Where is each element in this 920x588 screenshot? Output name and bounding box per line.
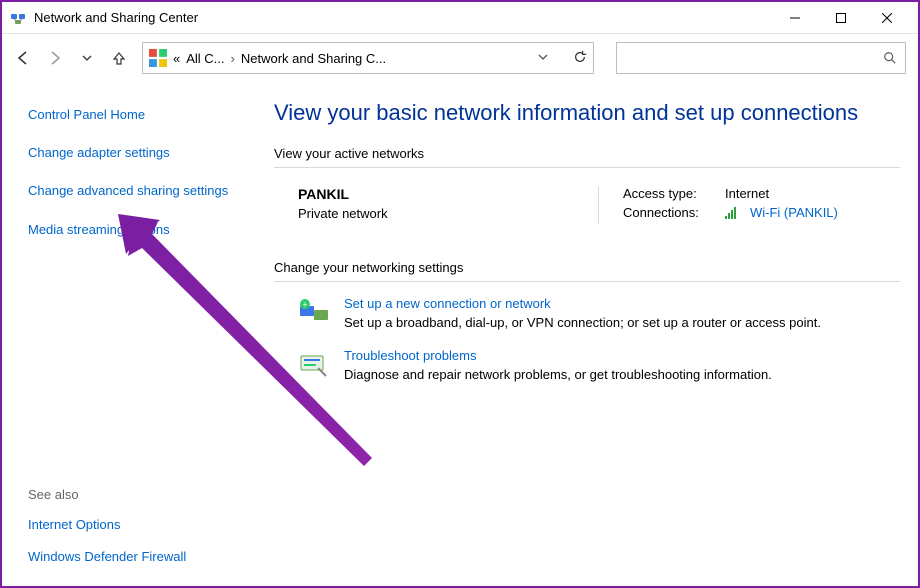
sidebar-link-home[interactable]: Control Panel Home [28, 106, 232, 124]
address-icon [149, 49, 167, 67]
maximize-button[interactable] [818, 3, 864, 33]
option-troubleshoot-desc: Diagnose and repair network problems, or… [344, 367, 772, 382]
see-also-firewall[interactable]: Windows Defender Firewall [28, 548, 232, 566]
option-new-connection: + Set up a new connection or network Set… [298, 296, 900, 330]
refresh-button[interactable] [573, 50, 587, 67]
sidebar-link-advanced-sharing[interactable]: Change advanced sharing settings [28, 182, 232, 200]
change-settings-label: Change your networking settings [274, 260, 900, 275]
divider [274, 167, 900, 168]
option-new-connection-link[interactable]: Set up a new connection or network [344, 296, 551, 311]
see-also-section: See also Internet Options Windows Defend… [28, 487, 232, 574]
access-type-value: Internet [725, 186, 769, 201]
svg-text:+: + [303, 300, 308, 309]
network-name: PANKIL [298, 186, 598, 202]
active-networks-label: View your active networks [274, 146, 900, 161]
window-title: Network and Sharing Center [34, 10, 198, 25]
up-button[interactable] [110, 49, 128, 67]
option-troubleshoot: Troubleshoot problems Diagnose and repai… [298, 348, 900, 382]
option-troubleshoot-link[interactable]: Troubleshoot problems [344, 348, 476, 363]
breadcrumb-seg1[interactable]: All C... [186, 51, 224, 66]
navbar: « All C... › Network and Sharing C... [2, 34, 918, 82]
breadcrumb-seg2[interactable]: Network and Sharing C... [241, 51, 386, 66]
search-icon [883, 51, 897, 65]
network-center-icon [10, 10, 26, 26]
address-dropdown[interactable] [537, 51, 549, 66]
breadcrumb-overflow[interactable]: « [173, 51, 180, 66]
see-also-internet-options[interactable]: Internet Options [28, 516, 232, 534]
forward-button[interactable] [46, 49, 64, 67]
option-new-connection-desc: Set up a broadband, dial-up, or VPN conn… [344, 315, 821, 330]
sidebar-link-adapter[interactable]: Change adapter settings [28, 144, 232, 162]
network-type: Private network [298, 206, 598, 221]
chevron-right-icon: › [231, 51, 235, 66]
connections-label: Connections: [623, 205, 715, 220]
back-button[interactable] [14, 49, 32, 67]
recent-dropdown[interactable] [78, 49, 96, 67]
troubleshoot-icon [298, 348, 330, 380]
divider [274, 281, 900, 282]
new-connection-icon: + [298, 296, 330, 328]
sidebar-link-media-streaming[interactable]: Media streaming options [28, 221, 232, 239]
main-content: View your basic network information and … [252, 82, 918, 586]
sidebar: Control Panel Home Change adapter settin… [2, 82, 252, 586]
titlebar: Network and Sharing Center [2, 2, 918, 34]
close-button[interactable] [864, 3, 910, 33]
search-input[interactable] [616, 42, 906, 74]
see-also-header: See also [28, 487, 232, 502]
minimize-button[interactable] [772, 3, 818, 33]
access-type-label: Access type: [623, 186, 715, 201]
connection-link[interactable]: Wi-Fi (PANKIL) [750, 205, 838, 220]
address-bar[interactable]: « All C... › Network and Sharing C... [142, 42, 594, 74]
active-network-row: PANKIL Private network Access type: Inte… [274, 180, 900, 236]
page-heading: View your basic network information and … [274, 100, 900, 126]
wifi-signal-icon [725, 207, 736, 219]
